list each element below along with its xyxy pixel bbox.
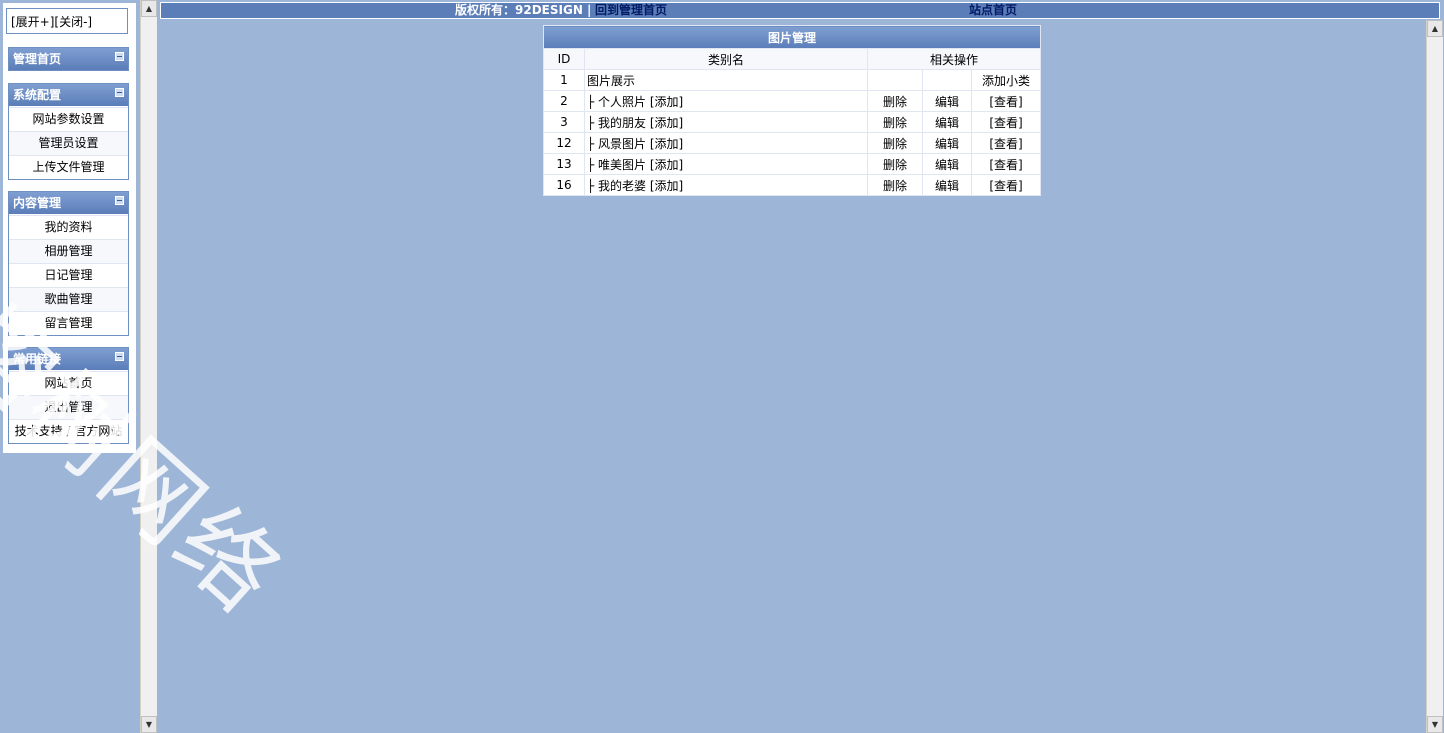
view-link[interactable]: [查看] <box>971 111 1041 133</box>
menu-head-home[interactable]: 管理首页 <box>9 48 128 70</box>
table-row: 3 ├ 我的朋友 [添加] 删除 编辑 [查看] <box>543 111 1041 133</box>
row-id: 12 <box>543 132 585 154</box>
main-frame-scrollbar[interactable]: ▲ ▼ <box>1426 20 1443 733</box>
menu-head-system[interactable]: 系统配置 <box>9 84 128 107</box>
row-id: 1 <box>543 69 585 91</box>
menu-head-links[interactable]: 常用链接 <box>9 348 128 371</box>
edit-link[interactable]: 编辑 <box>922 132 972 154</box>
copyright-text: 版权所有：92DESIGN | <box>455 3 592 17</box>
expand-collapse-controls: [展开+][关闭-] <box>6 8 128 34</box>
collapse-icon[interactable] <box>115 52 124 61</box>
scroll-down-icon[interactable]: ▼ <box>141 716 157 733</box>
row-name: 图片展示 <box>584 69 868 91</box>
table-row: 2 ├ 个人照片 [添加] 删除 编辑 [查看] <box>543 90 1041 112</box>
menu-group-home: 管理首页 <box>8 47 129 71</box>
edit-link[interactable]: 编辑 <box>922 111 972 133</box>
menu-head-label: 常用链接 <box>13 352 62 366</box>
table-row: 12 ├ 风景图片 [添加] 删除 编辑 [查看] <box>543 132 1041 154</box>
menu-group-content: 内容管理 我的资料 相册管理 日记管理 歌曲管理 留言管理 <box>8 191 129 336</box>
view-link[interactable]: [查看] <box>971 132 1041 154</box>
picture-category-table: 图片管理 ID 类别名 相关操作 1 图片展示 添加小类 2 ├ 个人照片 [添… <box>543 25 1041 196</box>
menu-item-songs[interactable]: 歌曲管理 <box>9 287 128 311</box>
menu-item-messages[interactable]: 留言管理 <box>9 311 128 335</box>
edit-link[interactable]: 编辑 <box>922 90 972 112</box>
table-header-row: ID 类别名 相关操作 <box>543 48 1041 70</box>
collapse-icon[interactable] <box>115 352 124 361</box>
delete-link[interactable]: 删除 <box>867 174 923 196</box>
delete-link[interactable]: 删除 <box>867 153 923 175</box>
menu-item-admin-settings[interactable]: 管理员设置 <box>9 131 128 155</box>
row-name[interactable]: ├ 风景图片 [添加] <box>584 132 868 154</box>
scroll-up-icon[interactable]: ▲ <box>141 0 157 17</box>
row-id: 16 <box>543 174 585 196</box>
left-frame: [展开+][关闭-] 管理首页 系统配置 网站参数设置 管理员设置 上传文件管理… <box>0 0 139 733</box>
expand-all-link[interactable]: [展开+] <box>11 15 54 29</box>
menu-head-label: 系统配置 <box>13 88 62 102</box>
left-frame-scrollbar[interactable]: ▲ ▼ <box>140 0 157 733</box>
menu-item-logout[interactable]: 退出管理 <box>9 395 128 419</box>
row-name[interactable]: ├ 个人照片 [添加] <box>584 90 868 112</box>
row-id: 3 <box>543 111 585 133</box>
scroll-up-icon[interactable]: ▲ <box>1427 20 1443 37</box>
table-row: 13 ├ 唯美图片 [添加] 删除 编辑 [查看] <box>543 153 1041 175</box>
top-bar: 版权所有：92DESIGN | 回到管理首页 站点首页 <box>160 2 1440 19</box>
menu-head-label: 内容管理 <box>13 196 62 210</box>
empty-cell <box>867 69 923 91</box>
menu-group-system: 系统配置 网站参数设置 管理员设置 上传文件管理 <box>8 83 129 180</box>
table-title: 图片管理 <box>543 25 1041 49</box>
edit-link[interactable]: 编辑 <box>922 153 972 175</box>
collapse-all-link[interactable]: [关闭-] <box>54 15 92 29</box>
site-home-link[interactable]: 站点首页 <box>969 3 1017 18</box>
admin-home-link[interactable]: 回到管理首页 <box>595 3 667 18</box>
delete-link[interactable]: 删除 <box>867 90 923 112</box>
delete-link[interactable]: 删除 <box>867 132 923 154</box>
row-name[interactable]: ├ 唯美图片 [添加] <box>584 153 868 175</box>
row-name[interactable]: ├ 我的朋友 [添加] <box>584 111 868 133</box>
menu-head-content[interactable]: 内容管理 <box>9 192 128 215</box>
view-link[interactable]: [查看] <box>971 90 1041 112</box>
edit-link[interactable]: 编辑 <box>922 174 972 196</box>
header-id: ID <box>543 48 585 70</box>
table-row: 1 图片展示 添加小类 <box>543 69 1041 91</box>
menu-item-my-profile[interactable]: 我的资料 <box>9 215 128 239</box>
menu-head-label: 管理首页 <box>13 52 62 66</box>
menu-item-site-home[interactable]: 网站首页 <box>9 371 128 395</box>
table-row: 16 ├ 我的老婆 [添加] 删除 编辑 [查看] <box>543 174 1041 196</box>
collapse-icon[interactable] <box>115 88 124 97</box>
menu-item-diary[interactable]: 日记管理 <box>9 263 128 287</box>
add-subcategory-link[interactable]: 添加小类 <box>971 69 1041 91</box>
header-actions: 相关操作 <box>867 48 1041 70</box>
delete-link[interactable]: 删除 <box>867 111 923 133</box>
menu-item-album[interactable]: 相册管理 <box>9 239 128 263</box>
row-id: 13 <box>543 153 585 175</box>
menu-item-site-settings[interactable]: 网站参数设置 <box>9 107 128 131</box>
empty-cell <box>922 69 972 91</box>
row-id: 2 <box>543 90 585 112</box>
menu-group-links: 常用链接 网站首页 退出管理 技术支持 / 官方网站 <box>8 347 129 444</box>
scroll-down-icon[interactable]: ▼ <box>1427 716 1443 733</box>
view-link[interactable]: [查看] <box>971 174 1041 196</box>
row-name[interactable]: ├ 我的老婆 [添加] <box>584 174 868 196</box>
view-link[interactable]: [查看] <box>971 153 1041 175</box>
menu-item-support[interactable]: 技术支持 / 官方网站 <box>9 419 128 443</box>
menu-item-upload-files[interactable]: 上传文件管理 <box>9 155 128 179</box>
header-name: 类别名 <box>584 48 868 70</box>
collapse-icon[interactable] <box>115 196 124 205</box>
